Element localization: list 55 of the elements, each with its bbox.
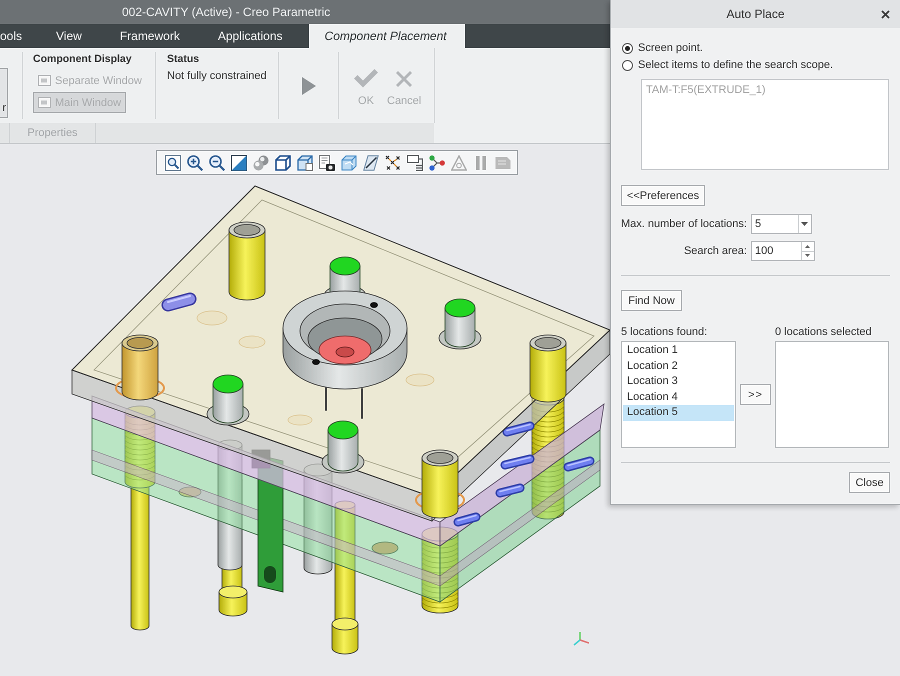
zoom-in-icon[interactable] bbox=[187, 154, 203, 170]
dropdown-arrow-icon[interactable] bbox=[801, 222, 808, 226]
window-icon bbox=[38, 75, 51, 86]
label-box-icon[interactable] bbox=[407, 154, 423, 170]
close-button[interactable]: Close bbox=[849, 472, 890, 493]
dialog-title: Auto Place bbox=[726, 7, 785, 21]
search-area-spinbox[interactable]: 100 bbox=[750, 241, 815, 261]
split-square-icon[interactable] bbox=[231, 154, 247, 170]
add-button[interactable]: >> bbox=[740, 384, 771, 405]
ribbon-tab[interactable]: ools bbox=[0, 24, 38, 48]
window-icon bbox=[38, 97, 51, 108]
play-icon[interactable] bbox=[302, 77, 316, 95]
status-text: Not fully constrained bbox=[167, 70, 268, 83]
sheet-camera-icon[interactable] bbox=[319, 154, 335, 170]
close-icon[interactable] bbox=[881, 10, 890, 18]
cube-icon[interactable] bbox=[275, 154, 291, 170]
radio-label: Select items to define the search scope. bbox=[638, 59, 834, 72]
list-item[interactable]: Location 5 bbox=[623, 405, 734, 420]
locations-dropdown[interactable]: 5 bbox=[750, 214, 812, 234]
list-item[interactable]: Location 2 bbox=[623, 358, 734, 374]
list-item[interactable]: Location 1 bbox=[623, 343, 734, 358]
find-now-button[interactable]: Find Now bbox=[621, 290, 682, 311]
down-arrow-icon[interactable] bbox=[805, 254, 810, 258]
slashed-plane-icon[interactable] bbox=[363, 154, 379, 170]
window-title: 002-CAVITY (Active) - Creo Parametric bbox=[122, 5, 330, 19]
connected-nodes-icon[interactable] bbox=[429, 154, 445, 170]
radio-button[interactable] bbox=[622, 43, 633, 54]
axis-triad-icon bbox=[573, 632, 589, 646]
radio-label: Screen point. bbox=[638, 42, 703, 55]
list-item[interactable]: Location 3 bbox=[623, 374, 734, 390]
list-item: TAM-T:F5(EXTRUDE_1) bbox=[646, 83, 767, 97]
found-locations-list[interactable]: Location 1 Location 2 Location 3 Location 4 Location 5 bbox=[621, 341, 736, 448]
ribbon-tab[interactable]: Component Placement bbox=[308, 24, 465, 48]
spheres-icon[interactable] bbox=[253, 154, 269, 170]
group-title: Status bbox=[167, 53, 200, 66]
cross-icon bbox=[396, 70, 412, 86]
radio-button[interactable] bbox=[622, 60, 633, 71]
list-item[interactable]: Location 4 bbox=[623, 390, 734, 405]
magnifier-frame-icon[interactable] bbox=[165, 154, 181, 170]
group-title: Component Display bbox=[33, 53, 132, 66]
ribbon-button[interactable]: r bbox=[0, 68, 8, 118]
scattered-points-icon[interactable] bbox=[385, 154, 401, 170]
list-label: 5 locations found: bbox=[621, 326, 708, 339]
list-label: 0 locations selected bbox=[775, 326, 873, 339]
check-icon bbox=[354, 69, 378, 88]
ribbon-tab[interactable]: Framework bbox=[100, 24, 199, 48]
ribbon-tab[interactable]: Applications bbox=[198, 24, 302, 48]
preferences-button[interactable]: <<Preferences bbox=[621, 185, 705, 206]
cube-document-icon[interactable] bbox=[297, 154, 313, 170]
up-arrow-icon[interactable] bbox=[805, 244, 810, 248]
field-label: Max. number of locations: bbox=[621, 218, 747, 230]
ribbon-tab[interactable]: View bbox=[37, 24, 101, 48]
field-label: Search area: bbox=[684, 244, 747, 258]
glass-cube-icon[interactable] bbox=[341, 154, 357, 170]
zoom-out-icon[interactable] bbox=[209, 154, 225, 170]
